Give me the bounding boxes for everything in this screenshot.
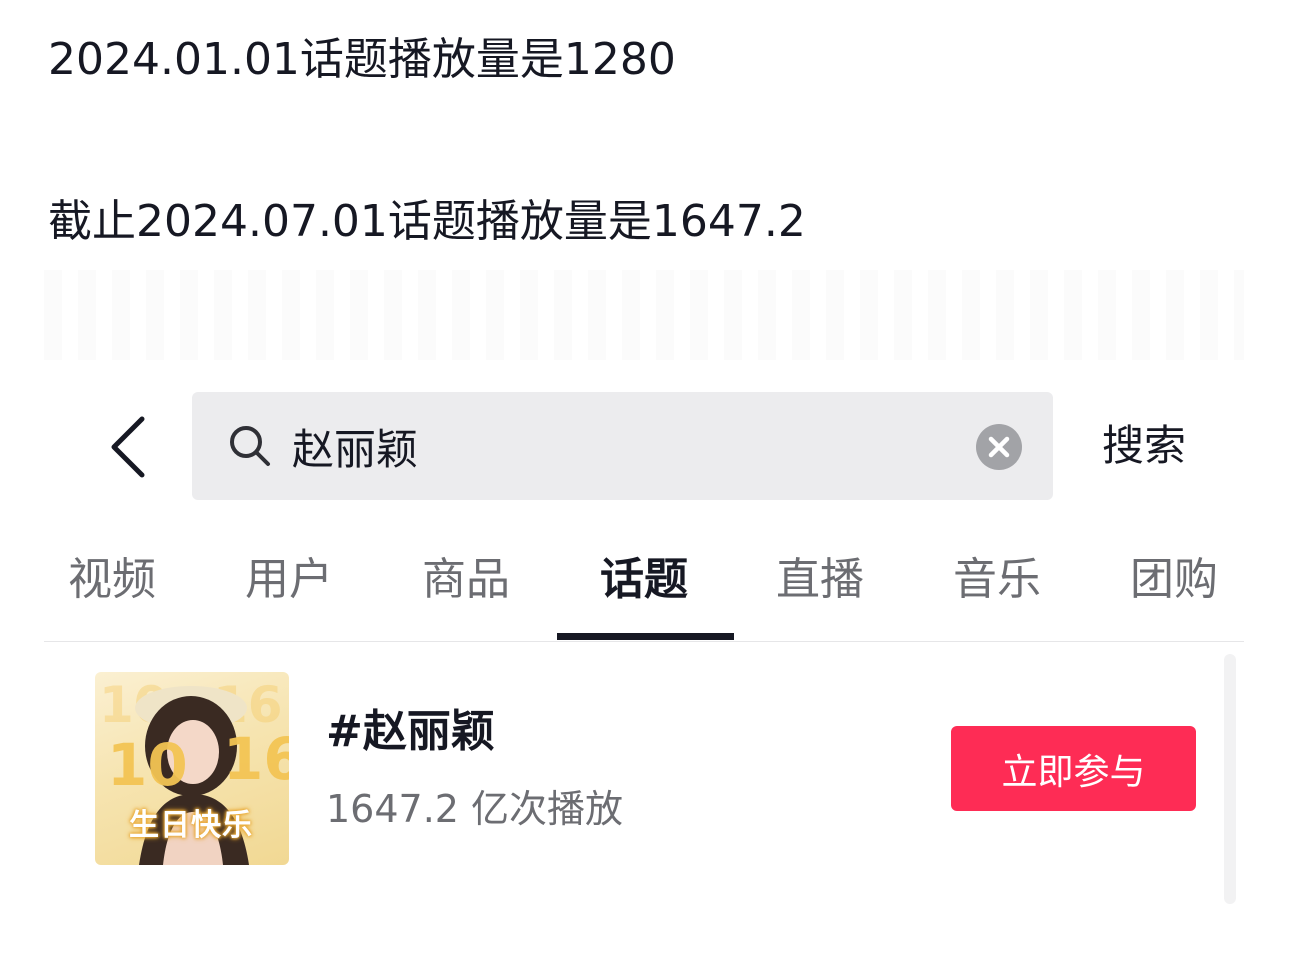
tab-live[interactable]: 直播: [770, 550, 870, 630]
search-input[interactable]: [292, 392, 952, 500]
thumbnail-caption: 生日快乐: [129, 808, 253, 843]
tab-music[interactable]: 音乐: [947, 550, 1047, 630]
topic-result-item[interactable]: 10 16 10 16 生日快乐 #赵丽颖 1647.2 亿次播放 立即参与: [44, 652, 1236, 902]
tab-video[interactable]: 视频: [62, 550, 162, 630]
tab-products[interactable]: 商品: [416, 550, 516, 630]
faded-background-text: [44, 270, 1244, 360]
note-line-2: 截止2024.07.01话题播放量是1647.2: [48, 196, 806, 247]
note-line-1: 2024.01.01话题播放量是1280: [48, 34, 676, 85]
search-button[interactable]: 搜索: [1102, 418, 1186, 474]
topic-title[interactable]: #赵丽颖: [326, 704, 495, 760]
scrollbar[interactable]: [1224, 654, 1236, 904]
tab-users[interactable]: 用户: [239, 550, 339, 630]
topic-thumbnail: 10 16 10 16 生日快乐: [95, 672, 289, 865]
close-icon: [988, 436, 1010, 458]
tab-topics[interactable]: 话题: [594, 550, 694, 630]
active-tab-indicator: [557, 633, 734, 640]
search-tabs: 视频 用户 商品 话题 直播 音乐 团购: [44, 540, 1244, 642]
thumbnail-number-right: 16: [223, 725, 289, 793]
search-box[interactable]: [192, 392, 1053, 500]
thumbnail-number-left: 10: [107, 731, 188, 799]
chevron-left-icon: [111, 416, 145, 478]
search-icon: [230, 426, 270, 466]
topic-view-count: 1647.2 亿次播放: [326, 787, 624, 831]
search-bar: 搜索: [0, 392, 1290, 502]
tab-group-buy[interactable]: 团购: [1124, 550, 1224, 630]
clear-button[interactable]: [976, 424, 1022, 470]
back-button[interactable]: [96, 410, 160, 484]
join-topic-button[interactable]: 立即参与: [951, 726, 1196, 811]
